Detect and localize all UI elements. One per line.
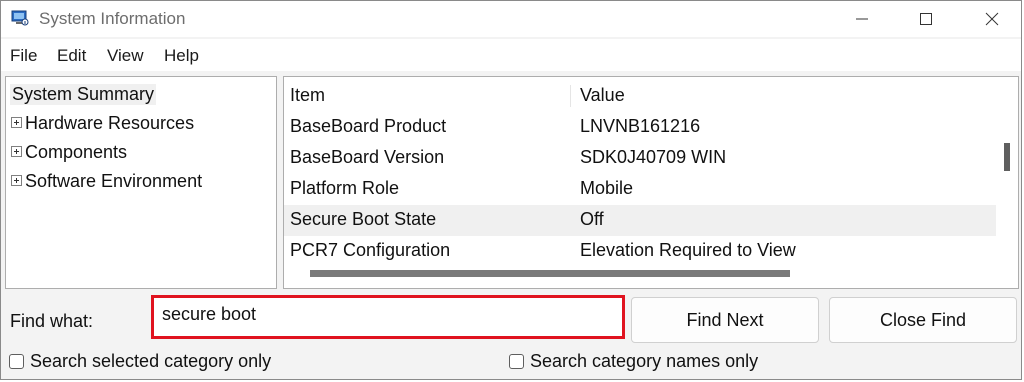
expand-icon[interactable] (11, 146, 22, 157)
tree-item-software-environment[interactable]: Software Environment (11, 171, 202, 192)
details-list: Item Value BaseBoard Product LNVNB161216… (283, 76, 1019, 289)
row-value: Elevation Required to View (580, 240, 796, 260)
tree-item-label: Components (25, 142, 128, 162)
menu-edit[interactable]: Edit (57, 46, 86, 66)
find-what-input[interactable]: secure boot (151, 295, 625, 339)
search-selected-category-checkbox[interactable] (9, 354, 24, 369)
find-what-label: Find what: (10, 311, 94, 331)
column-divider[interactable] (570, 85, 571, 107)
search-category-names-option[interactable]: Search category names only (509, 351, 758, 372)
close-find-button[interactable]: Close Find (829, 297, 1017, 343)
row-value: SDK0J40709 WIN (580, 147, 727, 167)
tree-item-label: Hardware Resources (25, 113, 195, 133)
maximize-button[interactable] (903, 1, 949, 37)
row-item: Platform Role (290, 178, 400, 198)
tree-item-label: System Summary (12, 84, 155, 104)
row-value: Mobile (580, 178, 634, 198)
menu-bar: File Edit View Help (1, 39, 1021, 71)
minimize-button[interactable] (839, 1, 885, 37)
close-icon (985, 12, 999, 26)
expand-icon[interactable] (11, 117, 22, 128)
category-tree: System Summary Hardware Resources Compon… (5, 76, 277, 289)
menu-view[interactable]: View (107, 46, 144, 66)
row-value: LNVNB161216 (580, 116, 701, 136)
table-row[interactable]: BaseBoard Version SDK0J40709 WIN (284, 143, 996, 174)
window-title: System Information (39, 9, 186, 28)
maximize-icon (920, 13, 932, 25)
title-bar: System Information (1, 1, 1021, 37)
column-header-value[interactable]: Value (580, 85, 625, 106)
tree-item-hardware-resources[interactable]: Hardware Resources (11, 113, 194, 134)
table-row[interactable]: PCR7 Configuration Elevation Required to… (284, 236, 996, 267)
column-header-item[interactable]: Item (290, 85, 325, 106)
row-item: PCR7 Configuration (290, 240, 451, 260)
table-row-highlighted[interactable]: Secure Boot State Off (284, 205, 996, 236)
search-selected-category-label: Search selected category only (30, 351, 272, 371)
menu-file[interactable]: File (10, 46, 37, 66)
tree-item-system-summary[interactable]: System Summary (10, 84, 157, 105)
menu-help[interactable]: Help (164, 46, 199, 66)
close-window-button[interactable] (969, 1, 1015, 37)
row-value: Off (580, 209, 604, 229)
column-header-row: Item Value (284, 81, 996, 112)
table-row[interactable]: BaseBoard Product LNVNB161216 (284, 112, 996, 143)
table-row[interactable]: Platform Role Mobile (284, 174, 996, 205)
search-category-names-checkbox[interactable] (509, 354, 524, 369)
system-info-icon (11, 10, 29, 26)
tree-item-label: Software Environment (25, 171, 203, 191)
horizontal-scrollbar-thumb[interactable] (310, 270, 790, 277)
system-information-window: System Information File Edit View Help S… (0, 0, 1022, 380)
vertical-scrollbar-thumb[interactable] (1004, 143, 1010, 171)
row-item: BaseBoard Product (290, 116, 447, 136)
search-category-names-label: Search category names only (530, 351, 759, 371)
row-item: Secure Boot State (290, 209, 437, 229)
row-item: BaseBoard Version (290, 147, 445, 167)
expand-icon[interactable] (11, 175, 22, 186)
search-selected-category-option[interactable]: Search selected category only (9, 351, 271, 372)
tree-item-components[interactable]: Components (11, 142, 127, 163)
find-next-button[interactable]: Find Next (631, 297, 819, 343)
minimize-icon (856, 18, 868, 20)
